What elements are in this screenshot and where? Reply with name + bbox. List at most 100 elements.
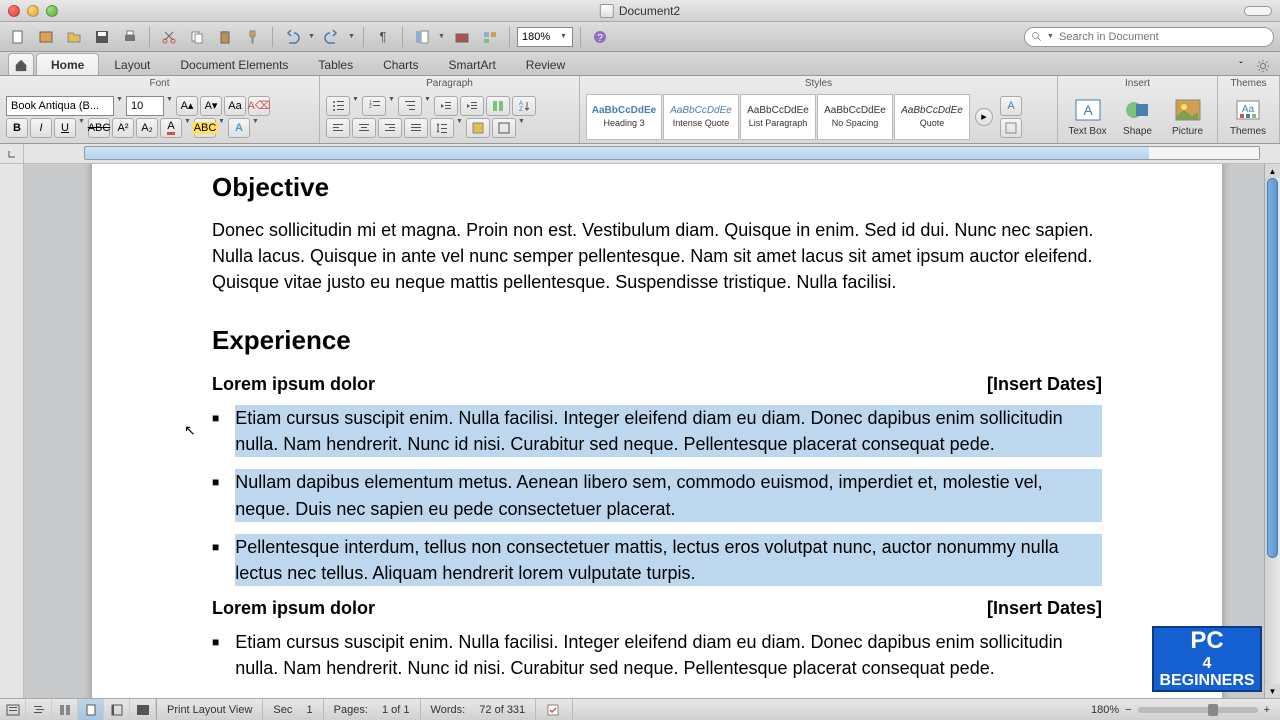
style-no-spacing[interactable]: AaBbCcDdEeNo Spacing [817,94,893,140]
change-case-button[interactable]: Aa [224,96,246,116]
multilevel-button[interactable] [398,96,422,116]
picture-button[interactable]: Picture [1164,96,1211,137]
tab-charts[interactable]: Charts [368,53,433,75]
style-quote[interactable]: AaBbCcDdEeQuote [894,94,970,140]
save-button[interactable] [90,26,114,48]
sidebar-dropdown[interactable]: ▼ [438,33,446,40]
bullet-2[interactable]: Nullam dapibus elementum metus. Aenean l… [235,469,1102,521]
shrink-font-button[interactable]: A▾ [200,96,222,116]
tab-tables[interactable]: Tables [303,53,368,75]
view-draft-button[interactable] [0,699,26,720]
vertical-ruler[interactable] [0,164,24,698]
copy-button[interactable] [185,26,209,48]
job2-header[interactable]: Lorem ipsum dolor [Insert Dates] [212,598,1102,619]
redo-dropdown[interactable]: ▼ [348,33,356,40]
textbox-button[interactable]: A Text Box [1064,96,1111,137]
close-icon[interactable] [8,5,20,17]
job1-header[interactable]: Lorem ipsum dolor [Insert Dates] [212,374,1102,395]
titlebar-pill[interactable] [1244,6,1272,16]
increase-indent-button[interactable] [460,96,484,116]
scroll-thumb[interactable] [1267,178,1278,558]
gallery-button[interactable] [478,26,502,48]
format-painter-button[interactable] [241,26,265,48]
view-publishing-button[interactable] [52,699,78,720]
view-fullscreen-button[interactable] [130,699,156,720]
underline-button[interactable]: U [54,118,76,138]
print-button[interactable] [118,26,142,48]
zoom-in-button[interactable]: + [1264,704,1270,716]
vertical-scrollbar[interactable]: ▲ ▼ [1264,164,1280,698]
tab-smartart[interactable]: SmartArt [433,53,510,75]
justify-button[interactable] [404,118,428,138]
align-right-button[interactable] [378,118,402,138]
view-notebook-button[interactable] [104,699,130,720]
heading-experience[interactable]: Experience [212,325,1102,356]
tab-layout[interactable]: Layout [99,53,165,75]
italic-button[interactable]: I [30,118,52,138]
themes-button[interactable]: Aa Themes [1224,96,1272,137]
bullet-4[interactable]: Etiam cursus suscipit enim. Nulla facili… [235,629,1102,681]
tab-document-elements[interactable]: Document Elements [165,53,303,75]
zoom-thumb[interactable] [1208,704,1218,716]
toolbox-button[interactable] [450,26,474,48]
undo-dropdown[interactable]: ▼ [308,33,316,40]
text-effects-button[interactable]: A [228,118,250,138]
clear-format-button[interactable]: A⌫ [248,96,270,116]
redo-button[interactable] [320,26,344,48]
shading-button[interactable] [466,118,490,138]
font-size-select[interactable]: 10 [126,96,164,116]
decrease-indent-button[interactable] [434,96,458,116]
zoom-percent[interactable]: 180% [1091,704,1119,716]
open-template-button[interactable] [34,26,58,48]
job1-bullets[interactable]: Etiam cursus suscipit enim. Nulla facili… [212,405,1102,586]
zoom-select[interactable]: 180%▼ [517,27,573,47]
align-center-button[interactable] [352,118,376,138]
grow-font-button[interactable]: A▴ [176,96,198,116]
tab-home[interactable]: Home [36,53,99,75]
help-button[interactable]: ? [588,26,612,48]
columns-indicator-button[interactable] [486,96,510,116]
heading-objective[interactable]: Objective [212,172,1102,203]
style-intense-quote[interactable]: AaBbCcDdEeIntense Quote [663,94,739,140]
align-left-button[interactable] [326,118,350,138]
font-color-button[interactable]: A [160,118,182,138]
open-button[interactable] [62,26,86,48]
minimize-icon[interactable] [27,5,39,17]
show-formatting-button[interactable]: ¶ [371,26,395,48]
font-name-dropdown[interactable]: ▼ [116,96,124,116]
horizontal-ruler[interactable] [84,146,1260,160]
style-heading3[interactable]: AaBbCcDdEeHeading 3 [586,94,662,140]
bullet-3[interactable]: Pellentesque interdum, tellus non consec… [235,534,1102,586]
new-doc-button[interactable] [6,26,30,48]
styles-more-button[interactable]: ▸ [975,108,993,126]
view-outline-button[interactable] [26,699,52,720]
font-name-select[interactable]: Book Antiqua (B... [6,96,114,116]
document-page[interactable]: Objective Donec sollicitudin mi et magna… [92,164,1222,698]
manage-styles-button[interactable]: A [1000,96,1022,116]
bullet-1[interactable]: Etiam cursus suscipit enim. Nulla facili… [235,405,1102,457]
zoom-out-button[interactable]: − [1125,704,1131,716]
status-pages[interactable]: Pages: 1 of 1 [324,699,421,720]
gear-icon[interactable] [1254,57,1272,75]
bullets-button[interactable] [326,96,350,116]
tab-review[interactable]: Review [511,53,580,75]
ribbon-collapse-icon[interactable]: ˇ [1232,57,1250,75]
job2-bullets[interactable]: Etiam cursus suscipit enim. Nulla facili… [212,629,1102,681]
superscript-button[interactable]: A² [112,118,134,138]
paragraph-objective[interactable]: Donec sollicitudin mi et magna. Proin no… [212,217,1102,295]
paste-button[interactable] [213,26,237,48]
font-size-dropdown[interactable]: ▼ [166,96,174,116]
subscript-button[interactable]: A₂ [136,118,158,138]
borders-button[interactable] [492,118,516,138]
zoom-icon[interactable] [46,5,58,17]
scroll-up-icon[interactable]: ▲ [1265,164,1280,178]
undo-button[interactable] [280,26,304,48]
page-viewport[interactable]: Objective Donec sollicitudin mi et magna… [24,164,1280,698]
shape-button[interactable]: Shape [1114,96,1161,137]
cut-button[interactable] [157,26,181,48]
bold-button[interactable]: B [6,118,28,138]
tab-home-icon[interactable] [8,53,34,75]
ruler-tab-well[interactable] [0,144,24,163]
search-input[interactable] [1059,31,1267,43]
strikethrough-button[interactable]: ABC [88,118,110,138]
